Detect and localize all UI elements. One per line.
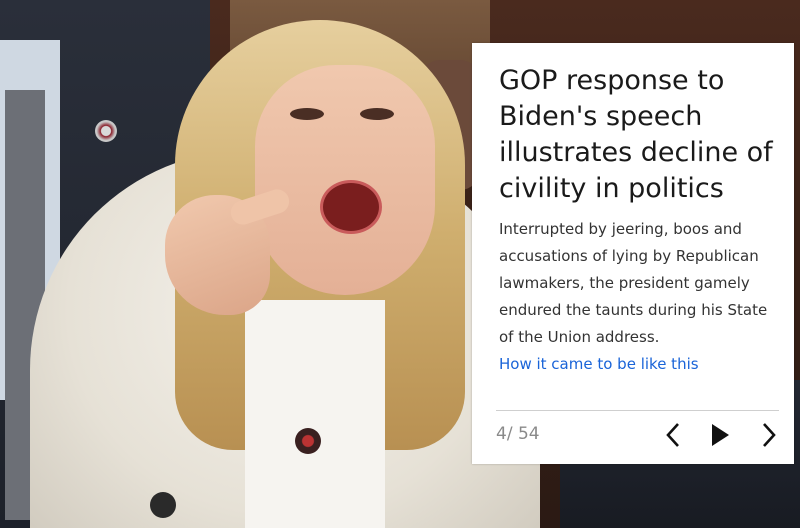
left-eye (290, 108, 324, 120)
divider (496, 410, 779, 411)
white-top (245, 300, 385, 528)
slide-title: GOP response to Biden's speech illustrat… (499, 65, 773, 204)
right-eye (360, 108, 394, 120)
lapel-pin (95, 120, 117, 142)
play-slideshow-button[interactable] (704, 419, 736, 451)
slide-description: Interrupted by jeering, boos and accusat… (499, 220, 768, 346)
necklace-pendant (295, 428, 321, 454)
open-mouth (320, 180, 382, 234)
chevron-right-icon (763, 423, 776, 447)
slide-caption-card: GOP response to Biden's speech illustrat… (472, 43, 794, 464)
next-slide-button[interactable] (753, 419, 785, 451)
related-article-link[interactable]: How it came to be like this (499, 352, 699, 376)
chevron-left-icon (666, 423, 679, 447)
coat-button (150, 492, 176, 518)
slide-counter: 4/ 54 (496, 424, 540, 444)
play-icon (712, 424, 729, 446)
previous-slide-button[interactable] (657, 419, 689, 451)
